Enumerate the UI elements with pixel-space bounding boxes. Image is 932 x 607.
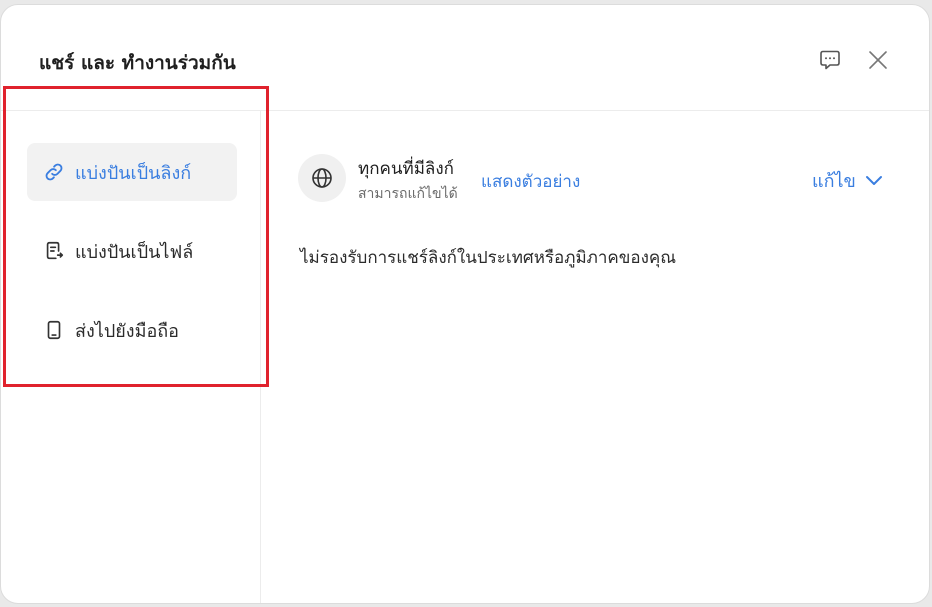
access-scope-title: ทุกคนที่มีลิงก์: [358, 159, 454, 179]
preview-link[interactable]: แสดงตัวอย่าง: [481, 168, 580, 195]
file-share-icon: [43, 240, 65, 262]
close-icon[interactable]: [865, 47, 891, 73]
sidebar-item-share-file[interactable]: แบ่งปันเป็นไฟล์: [27, 222, 237, 280]
sidebar-item-share-link[interactable]: แบ่งปันเป็นลิงก์: [27, 143, 237, 201]
share-sidebar: แบ่งปันเป็นลิงก์ แบ่งปันเป็นไฟล์ ส่งไปยั…: [1, 111, 261, 603]
dialog-title: แชร์ และ ทำงานร่วมกัน: [39, 52, 236, 74]
share-dialog: แชร์ และ ทำงานร่วมกัน แบ่งปันเป็นลิงก์ แ…: [0, 4, 930, 604]
access-scope-subtitle: สามารถแก้ไขได้: [358, 186, 458, 202]
sidebar-item-label: แบ่งปันเป็นลิงก์: [75, 162, 192, 184]
link-share-panel: ทุกคนที่มีลิงก์ สามารถแก้ไขได้ แสดงตัวอย…: [262, 111, 929, 603]
permission-label: แก้ไข: [812, 171, 856, 192]
dialog-header: แชร์ และ ทำงานร่วมกัน: [1, 5, 929, 111]
chat-feedback-icon[interactable]: [817, 47, 843, 73]
sidebar-item-label: แบ่งปันเป็นไฟล์: [75, 241, 194, 263]
globe-icon: [298, 154, 346, 202]
sidebar-item-send-to-mobile[interactable]: ส่งไปยังมือถือ: [27, 301, 237, 359]
unsupported-region-notice: ไม่รองรับการแชร์ลิงก์ในประเทศหรือภูมิภาค…: [300, 248, 677, 268]
permission-dropdown[interactable]: แก้ไข: [812, 166, 884, 195]
sidebar-item-label: ส่งไปยังมือถือ: [75, 320, 179, 342]
mobile-phone-icon: [43, 319, 65, 341]
chevron-down-icon: [864, 171, 884, 191]
link-icon: [43, 161, 65, 183]
